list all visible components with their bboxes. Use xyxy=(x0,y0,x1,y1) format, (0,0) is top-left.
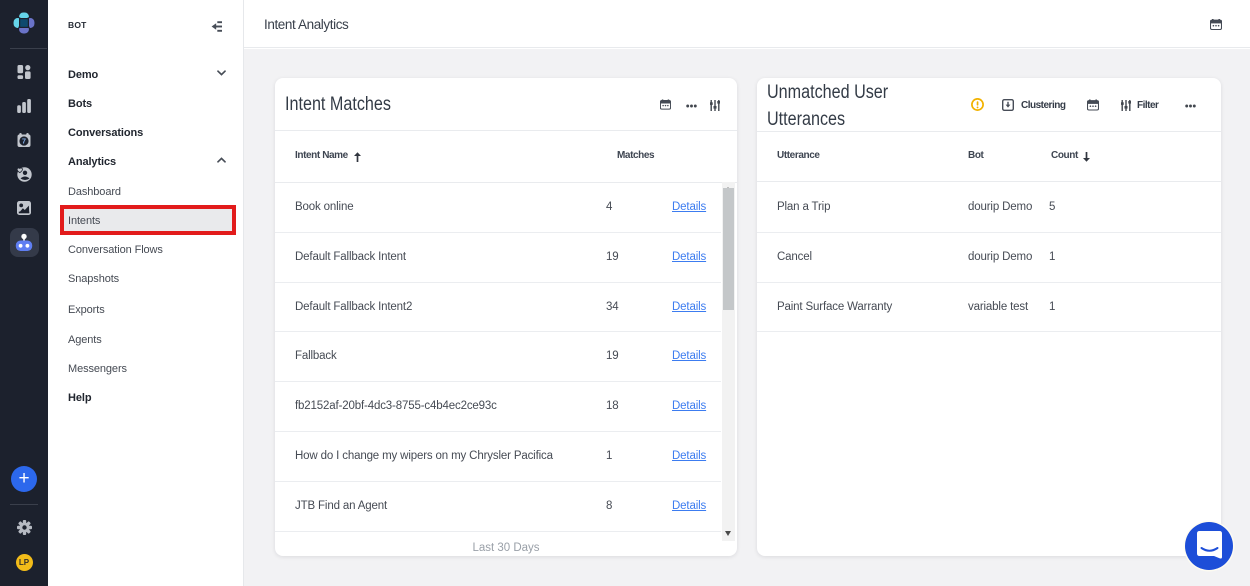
svg-text:7: 7 xyxy=(22,137,26,146)
